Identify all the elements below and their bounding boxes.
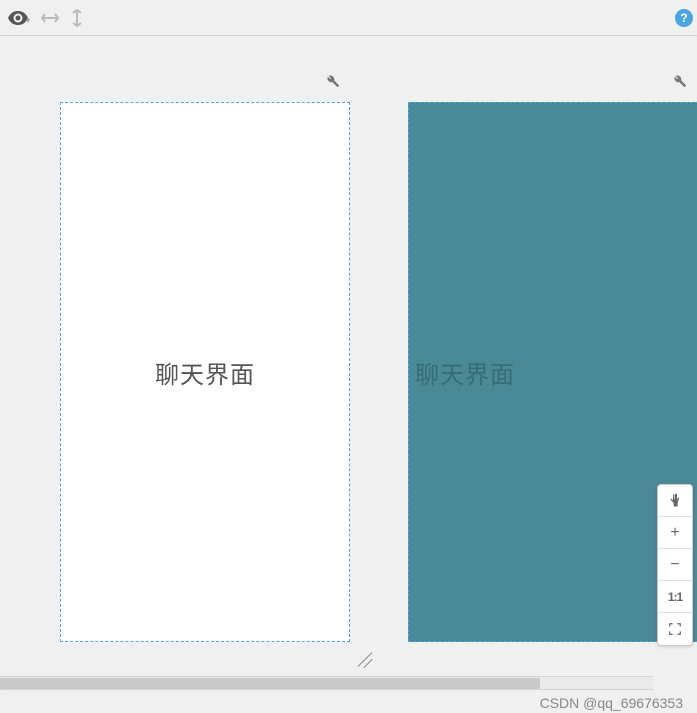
vertical-resize-icon[interactable] [70, 8, 84, 28]
visibility-toggle[interactable]: ▾ [8, 10, 30, 25]
watermark-text: CSDN @qq_69676353 [540, 695, 683, 711]
design-canvas: 聊天界面 聊天界面 + − 1:1 [0, 36, 697, 676]
frame-label: 聊天界面 [415, 355, 515, 390]
pan-button[interactable] [658, 485, 692, 517]
top-toolbar: ▾ ? [0, 0, 697, 36]
zoom-reset-button[interactable]: 1:1 [658, 581, 692, 613]
toolbar-left-group: ▾ [8, 8, 84, 28]
help-button[interactable]: ? [675, 9, 693, 27]
frame-resize-handle[interactable] [354, 648, 376, 670]
zoom-fit-button[interactable] [658, 613, 692, 645]
frame-settings-icon[interactable] [326, 74, 340, 88]
zoom-panel: + − 1:1 [657, 484, 693, 646]
visibility-caret-icon: ▾ [26, 16, 30, 25]
frame-label: 聊天界面 [155, 355, 255, 390]
horizontal-resize-icon[interactable] [40, 11, 60, 25]
horizontal-scrollbar[interactable] [0, 676, 653, 690]
zoom-out-button[interactable]: − [658, 549, 692, 581]
design-frame-dark[interactable]: 聊天界面 [408, 102, 697, 642]
scrollbar-thumb[interactable] [0, 678, 540, 689]
design-frame-light[interactable]: 聊天界面 [60, 102, 350, 642]
zoom-in-button[interactable]: + [658, 517, 692, 549]
frame-settings-icon[interactable] [673, 74, 687, 88]
